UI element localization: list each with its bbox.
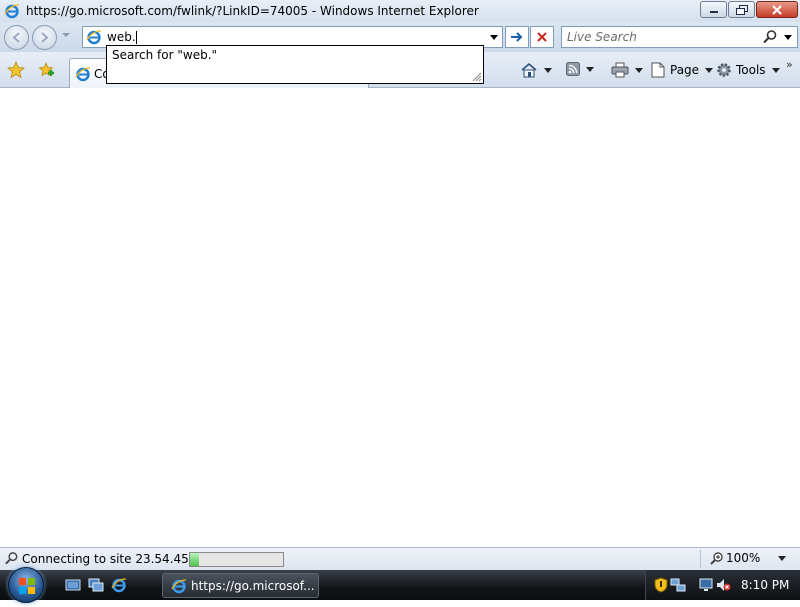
shield-icon[interactable] bbox=[653, 577, 669, 593]
progress-fill bbox=[190, 553, 200, 566]
zoom-level: 100% bbox=[726, 551, 761, 565]
start-orb-icon bbox=[19, 578, 35, 594]
home-icon bbox=[521, 62, 537, 78]
favorites-star-icon[interactable] bbox=[7, 61, 25, 79]
close-icon bbox=[772, 4, 782, 15]
address-value: web. bbox=[107, 30, 136, 44]
more-commands-chevron[interactable]: » bbox=[786, 58, 793, 71]
ie-icon[interactable] bbox=[111, 577, 127, 593]
title-bar: https://go.microsoft.com/fwlink/?LinkID=… bbox=[0, 0, 800, 22]
feeds-dropdown-arrow[interactable] bbox=[586, 66, 594, 72]
zoom-control[interactable]: 100% bbox=[710, 551, 787, 565]
forward-button[interactable] bbox=[32, 25, 57, 50]
ie-icon bbox=[86, 30, 102, 45]
back-icon bbox=[12, 32, 20, 43]
page-menu-label: Page bbox=[670, 63, 700, 77]
search-icon[interactable] bbox=[762, 29, 778, 45]
taskbar: https://go.microsof... 8:10 PM bbox=[0, 567, 800, 603]
page-dropdown-arrow bbox=[705, 67, 714, 73]
autocomplete-item[interactable]: Search for "web." bbox=[112, 48, 217, 62]
taskbar-window-label: https://go.microsof... bbox=[191, 578, 315, 593]
taskbar-window-button[interactable]: https://go.microsof... bbox=[162, 573, 319, 598]
ie-icon bbox=[4, 4, 20, 19]
search-input[interactable] bbox=[564, 28, 754, 46]
print-dropdown-arrow[interactable] bbox=[635, 67, 643, 73]
print-button[interactable] bbox=[611, 62, 643, 78]
loading-progress-bar bbox=[189, 552, 284, 567]
add-favorites-icon[interactable] bbox=[37, 61, 55, 79]
address-dropdown[interactable] bbox=[490, 35, 498, 40]
status-bar: Connecting to site 23.54.45.211 100% bbox=[0, 547, 800, 570]
search-icon bbox=[5, 552, 18, 565]
print-icon bbox=[611, 62, 629, 78]
maximize-button[interactable] bbox=[728, 1, 755, 18]
status-text: Connecting to site 23.54.45.211 bbox=[22, 552, 216, 566]
resize-grip-icon[interactable] bbox=[470, 70, 482, 82]
ie-icon bbox=[75, 66, 91, 81]
minimize-button[interactable] bbox=[700, 1, 727, 18]
recent-pages-dropdown[interactable] bbox=[62, 33, 70, 37]
network-icon[interactable] bbox=[670, 577, 686, 593]
tools-dropdown-arrow bbox=[771, 67, 780, 73]
go-button[interactable] bbox=[505, 26, 529, 48]
address-input[interactable]: web. bbox=[107, 30, 137, 44]
show-desktop-icon[interactable] bbox=[65, 577, 81, 593]
window-title: https://go.microsoft.com/fwlink/?LinkID=… bbox=[26, 4, 479, 18]
start-button[interactable] bbox=[8, 567, 44, 603]
go-arrow-icon bbox=[511, 32, 523, 42]
page-menu-button[interactable]: Page bbox=[651, 62, 714, 78]
minimize-icon bbox=[709, 10, 718, 13]
search-options-dropdown[interactable] bbox=[784, 35, 792, 40]
close-window-button[interactable] bbox=[756, 1, 798, 18]
page-content[interactable] bbox=[0, 89, 800, 547]
volume-muted-icon[interactable] bbox=[715, 577, 731, 593]
forward-icon bbox=[41, 32, 49, 43]
page-icon bbox=[651, 62, 665, 78]
zoom-dropdown-arrow[interactable] bbox=[778, 555, 787, 561]
tools-menu-button[interactable]: Tools bbox=[716, 62, 780, 78]
home-button[interactable] bbox=[520, 62, 552, 78]
restore-icon bbox=[735, 4, 748, 15]
window-controls bbox=[700, 1, 798, 18]
search-box[interactable] bbox=[561, 26, 798, 48]
back-button[interactable] bbox=[4, 25, 29, 50]
home-dropdown-arrow[interactable] bbox=[544, 67, 552, 73]
text-caret bbox=[135, 31, 137, 44]
status-divider bbox=[700, 550, 701, 568]
tools-gear-icon bbox=[717, 63, 731, 77]
taskbar-clock[interactable]: 8:10 PM bbox=[741, 578, 789, 592]
ie-icon bbox=[171, 578, 187, 593]
stop-icon bbox=[537, 32, 547, 42]
address-autocomplete-popup: Search for "web." bbox=[106, 45, 484, 84]
feeds-icon bbox=[566, 62, 580, 76]
feeds-button[interactable] bbox=[566, 62, 594, 76]
tools-menu-label: Tools bbox=[736, 63, 766, 77]
switch-windows-icon[interactable] bbox=[88, 577, 104, 593]
zoom-magnifier-icon bbox=[710, 552, 723, 565]
stop-button[interactable] bbox=[530, 26, 554, 48]
display-icon[interactable] bbox=[699, 577, 715, 593]
